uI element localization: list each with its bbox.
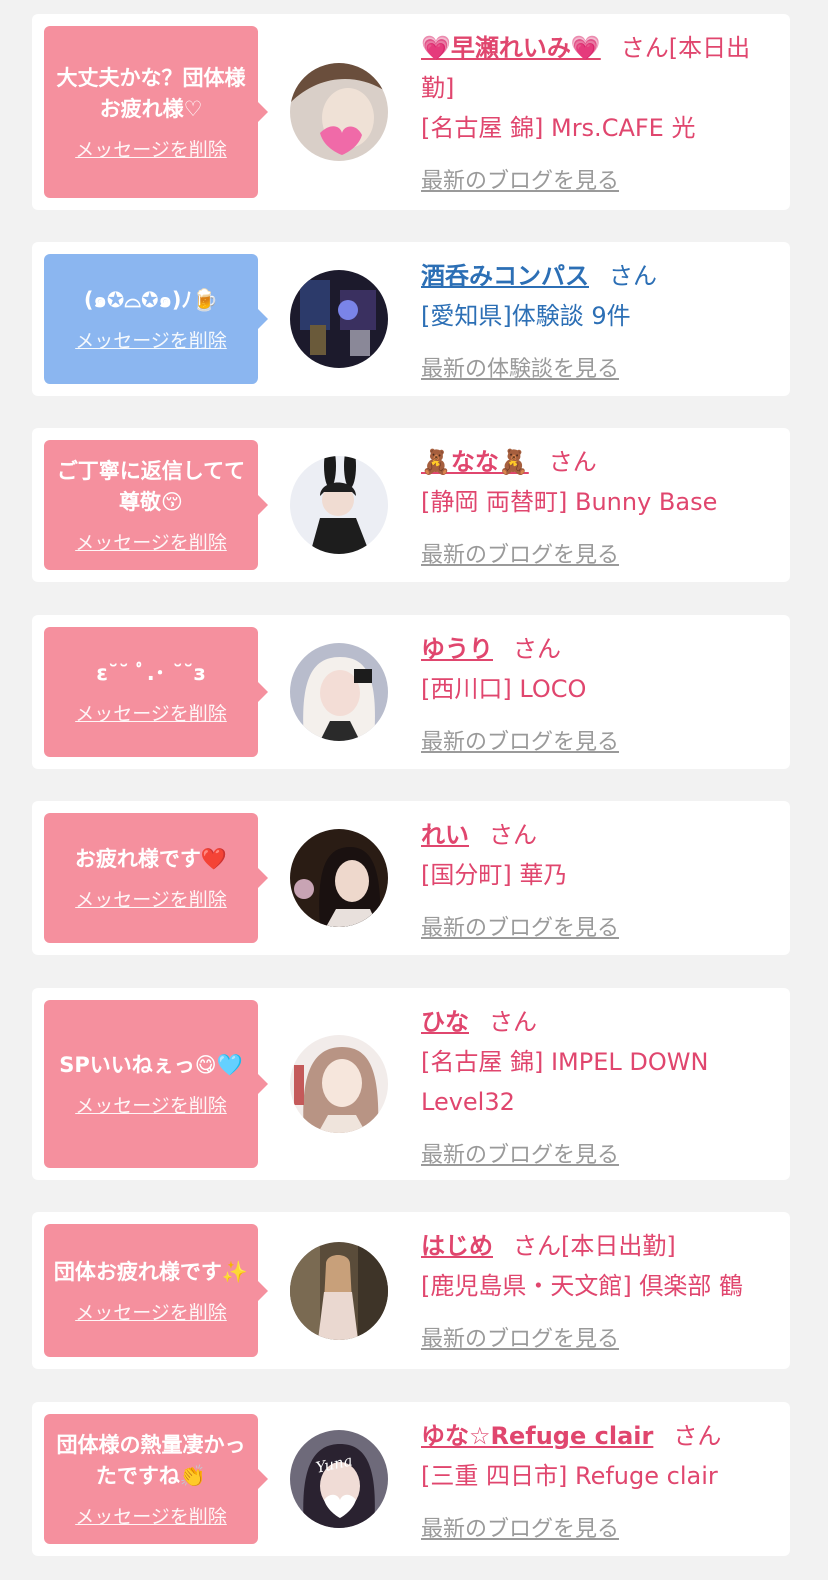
message-text: 団体お疲れ様です✨	[53, 1259, 249, 1284]
message-text: 団体様の熱量凄かったですね👏	[56, 1432, 246, 1488]
message-card: 大丈夫かな？団体様お疲れ様♡ メッセージを削除 💗早瀬れいみ💗 さん[本日出勤] …	[32, 14, 790, 210]
message-bubble: お疲れ様です❤️ メッセージを削除	[44, 813, 268, 943]
message-bubble: ε˘˘ ﾟ.･ ˘˘з メッセージを削除	[44, 627, 268, 757]
shop-location: [静岡 両替町] Bunny Base	[421, 488, 718, 516]
sender-honorific: さん[本日出勤]	[513, 1232, 676, 1260]
avatar[interactable]	[290, 1242, 388, 1340]
avatar[interactable]	[290, 1035, 388, 1133]
sender-honorific: さん	[489, 1008, 537, 1036]
message-bubble: 大丈夫かな？団体様お疲れ様♡ メッセージを削除	[44, 26, 268, 198]
shop-location: [三重 四日市] Refuge clair	[421, 1462, 718, 1490]
sender-honorific: さん	[609, 262, 657, 290]
message-card: 団体お疲れ様です✨ メッセージを削除 はじめ さん[本日出勤] [鹿児島県・天文館…	[32, 1212, 790, 1369]
delete-message-link[interactable]: メッセージを削除	[75, 326, 227, 353]
delete-message-link[interactable]: メッセージを削除	[75, 885, 227, 912]
sender-name-link[interactable]: 💗早瀬れいみ💗	[421, 34, 601, 62]
shop-location: [国分町] 華乃	[421, 861, 568, 889]
message-bubble: (๑✪︎⌓︎✪︎๑)ﾉ🍺 メッセージを削除	[44, 254, 268, 384]
sender-name-link[interactable]: ひな	[421, 1008, 469, 1036]
avatar[interactable]	[290, 456, 388, 554]
sender-name-link[interactable]: 酒呑みコンパス	[421, 262, 589, 290]
sender-name-link[interactable]: 🧸なな🧸	[421, 448, 529, 476]
message-text: (๑✪︎⌓︎✪︎๑)ﾉ🍺	[83, 288, 219, 312]
delete-message-link[interactable]: メッセージを削除	[75, 1502, 227, 1529]
message-card: (๑✪︎⌓︎✪︎๑)ﾉ🍺 メッセージを削除 酒呑みコンパス さん [愛知県]体験談…	[32, 242, 790, 396]
latest-blog-link[interactable]: 最新のブログを見る	[421, 1510, 776, 1550]
sender-name-link[interactable]: ゆな☆Refuge clair	[421, 1422, 653, 1450]
sender-honorific: さん	[513, 635, 561, 663]
shop-location: [名古屋 錦] IMPEL DOWN Level32	[421, 1048, 709, 1116]
latest-blog-link[interactable]: 最新のブログを見る	[421, 909, 776, 949]
message-text: ε˘˘ ﾟ.･ ˘˘з	[96, 661, 206, 685]
message-bubble: SPいいねぇっ😋🩵 メッセージを削除	[44, 1000, 268, 1168]
shop-location: [西川口] LOCO	[421, 675, 587, 703]
message-text: SPいいねぇっ😋🩵	[59, 1053, 243, 1077]
avatar[interactable]: Yuna	[290, 1430, 388, 1528]
sender-name-link[interactable]: ゆうり	[421, 635, 493, 663]
avatar[interactable]	[290, 63, 388, 161]
message-card: お疲れ様です❤️ メッセージを削除 れい さん [国分町] 華乃 最新のブログを見…	[32, 801, 790, 955]
delete-message-link[interactable]: メッセージを削除	[75, 135, 227, 162]
sender-name-link[interactable]: はじめ	[421, 1232, 493, 1260]
message-text: お疲れ様です❤️	[74, 847, 228, 871]
latest-blog-link[interactable]: 最新のブログを見る	[421, 536, 776, 576]
message-card: ご丁寧に返信してて尊敬😚 メッセージを削除 🧸なな🧸 さん [静岡 両替町] Bu…	[32, 428, 790, 582]
latest-review-link[interactable]: 最新の体験談を見る	[421, 350, 776, 390]
delete-message-link[interactable]: メッセージを削除	[75, 699, 227, 726]
avatar[interactable]	[290, 829, 388, 927]
sender-honorific: さん	[673, 1422, 722, 1450]
message-bubble: 団体お疲れ様です✨ メッセージを削除	[44, 1224, 268, 1357]
delete-message-link[interactable]: メッセージを削除	[75, 1091, 227, 1118]
sender-name-link[interactable]: れい	[421, 821, 469, 849]
latest-blog-link[interactable]: 最新のブログを見る	[421, 162, 776, 202]
avatar[interactable]	[290, 270, 388, 368]
message-bubble: 団体様の熱量凄かったですね👏 メッセージを削除	[44, 1414, 268, 1544]
delete-message-link[interactable]: メッセージを削除	[75, 528, 227, 555]
message-text: ご丁寧に返信してて尊敬😚	[56, 458, 246, 514]
message-text: 大丈夫かな？団体様お疲れ様♡	[56, 65, 246, 121]
shop-location: [愛知県]体験談 9件	[421, 302, 631, 330]
avatar[interactable]	[290, 643, 388, 741]
sender-honorific: さん	[489, 821, 537, 849]
delete-message-link[interactable]: メッセージを削除	[75, 1298, 227, 1325]
message-card: 団体様の熱量凄かったですね👏 メッセージを削除 Yuna ゆな☆Refuge c…	[32, 1402, 790, 1556]
message-bubble: ご丁寧に返信してて尊敬😚 メッセージを削除	[44, 440, 268, 570]
shop-location: [名古屋 錦] Mrs.CAFE 光	[421, 114, 696, 142]
message-card: ε˘˘ ﾟ.･ ˘˘з メッセージを削除 ゆうり さん [西川口] LOCO 最新…	[32, 615, 790, 769]
message-card: SPいいねぇっ😋🩵 メッセージを削除 ひな さん [名古屋 錦] IMPEL DO…	[32, 988, 790, 1180]
message-list: 大丈夫かな？団体様お疲れ様♡ メッセージを削除 💗早瀬れいみ💗 さん[本日出勤] …	[0, 0, 828, 1580]
sender-honorific: さん	[548, 448, 597, 476]
latest-blog-link[interactable]: 最新のブログを見る	[421, 723, 776, 763]
latest-blog-link[interactable]: 最新のブログを見る	[421, 1136, 776, 1176]
latest-blog-link[interactable]: 最新のブログを見る	[421, 1320, 776, 1360]
shop-location: [鹿児島県・天文館] 倶楽部 鶴	[421, 1272, 743, 1300]
